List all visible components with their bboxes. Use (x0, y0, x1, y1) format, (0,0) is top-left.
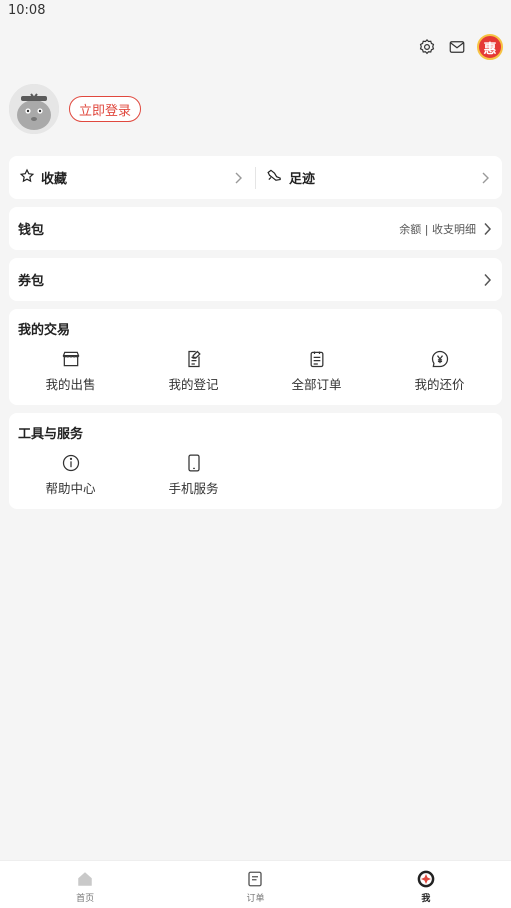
grid-label: 我的登记 (168, 377, 219, 392)
coupons-row[interactable]: 券包 (9, 258, 502, 301)
tab-label: 首页 (76, 894, 95, 904)
grid-label: 帮助中心 (45, 481, 96, 496)
header-icons: 惠 (417, 34, 503, 60)
profile-section: 立即登录 (9, 84, 142, 134)
shop-icon (60, 348, 82, 370)
login-button[interactable]: 立即登录 (69, 96, 142, 122)
bottom-tab-bar: 首页 订单 我 (0, 860, 511, 908)
avatar[interactable] (9, 84, 59, 134)
info-icon (60, 452, 82, 474)
settings-icon[interactable] (417, 37, 437, 57)
tools-title: 工具与服务 (18, 427, 84, 442)
phone-service-button[interactable]: 手机服务 (132, 452, 255, 497)
wallet-label: 钱包 (18, 223, 45, 238)
coupons-label: 券包 (18, 274, 45, 289)
me-icon (416, 869, 436, 889)
chevron-right-icon (478, 171, 492, 185)
footprints-label: 足迹 (289, 172, 316, 187)
trade-section: 我的交易 我的出售 我的登记 全部订单 我的还价 (9, 309, 502, 405)
tab-orders[interactable]: 订单 (170, 861, 340, 908)
mail-icon[interactable] (447, 37, 467, 57)
my-counteroffers-button[interactable]: 我的还价 (378, 348, 501, 393)
tab-home[interactable]: 首页 (0, 861, 170, 908)
my-sales-button[interactable]: 我的出售 (9, 348, 132, 393)
tab-label: 订单 (246, 894, 265, 904)
grid-label: 我的还价 (414, 377, 465, 392)
favorites-link[interactable]: 收藏 (9, 156, 255, 199)
grid-label: 我的出售 (45, 377, 96, 392)
star-icon (19, 168, 35, 188)
tab-me[interactable]: 我 (341, 861, 511, 908)
chevron-right-icon (480, 222, 494, 236)
yen-icon (429, 348, 451, 370)
my-register-button[interactable]: 我的登记 (132, 348, 255, 393)
quick-links-card: 收藏 足迹 (9, 156, 502, 199)
footprints-link[interactable]: 足迹 (256, 156, 502, 199)
help-center-button[interactable]: 帮助中心 (9, 452, 132, 497)
wallet-detail: 余额 | 收支明细 (399, 222, 476, 236)
home-icon (75, 869, 95, 889)
register-icon (183, 348, 205, 370)
wallet-row[interactable]: 钱包 余额 | 收支明细 (9, 207, 502, 250)
all-orders-button[interactable]: 全部订单 (255, 348, 378, 393)
orders-icon (306, 348, 328, 370)
chevron-right-icon (480, 273, 494, 287)
promo-icon[interactable]: 惠 (477, 34, 503, 60)
trade-title: 我的交易 (18, 323, 71, 338)
chevron-right-icon (231, 171, 245, 185)
tools-section: 工具与服务 帮助中心 手机服务 (9, 413, 502, 509)
grid-label: 全部订单 (291, 377, 342, 392)
phone-icon (183, 452, 205, 474)
status-bar: 10:08 (0, 0, 511, 22)
tab-label: 我 (421, 894, 431, 904)
status-time: 10:08 (8, 3, 46, 18)
promo-glyph: 惠 (483, 41, 497, 57)
favorites-label: 收藏 (41, 172, 68, 187)
footprint-icon (266, 168, 283, 188)
order-icon (245, 869, 265, 889)
grid-label: 手机服务 (168, 481, 219, 496)
